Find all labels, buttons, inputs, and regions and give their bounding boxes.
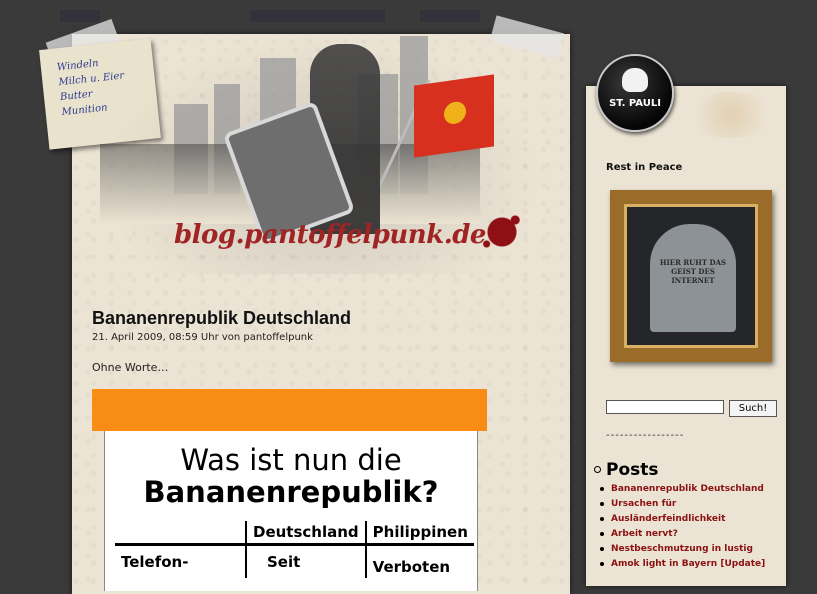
col-header: Deutschland	[245, 521, 366, 546]
posts-list: Bananenrepublik Deutschland Ursachen für…	[598, 482, 786, 572]
embed-question-line2: Bananenrepublik?	[143, 475, 439, 509]
divider: -----------------	[606, 430, 685, 441]
tombstone-image[interactable]: HIER RUHT DAS GEIST DES INTERNET	[610, 190, 772, 362]
post-meta: 21. April 2009, 08:59 Uhr von pantoffelp…	[92, 332, 313, 343]
skull-icon	[622, 68, 648, 92]
post-link[interactable]: Bananenrepublik Deutschland	[598, 482, 786, 497]
tombstone-text: HIER RUHT DAS GEIST DES INTERNET	[659, 258, 727, 285]
badge-label: ST. PAULI	[609, 98, 661, 109]
orange-banner	[92, 389, 487, 431]
post-link[interactable]: Amok light in Bayern [Update]	[598, 557, 786, 572]
search-input[interactable]	[606, 400, 724, 414]
table-cell: Seit	[245, 544, 366, 578]
post-link[interactable]: Nestbeschmutzung in lustig	[598, 542, 786, 557]
col-header: Philippinen	[364, 521, 474, 546]
post-link[interactable]: Arbeit nervt?	[598, 527, 786, 542]
blog-logo[interactable]: blog.pantoffelpunk.de	[174, 220, 486, 250]
post-link[interactable]: Ursachen für	[598, 497, 786, 512]
post-body: Ohne Worte…	[92, 361, 169, 374]
table-cell: Verboten	[364, 544, 474, 578]
comparison-table: Deutschland Philippinen Telefon- Seit Ve…	[115, 521, 474, 578]
post-title[interactable]: Bananenrepublik Deutschland	[92, 308, 351, 329]
post-link-continued[interactable]: Ausländerfeindlichkeit	[598, 512, 786, 527]
post-image: Was ist nun die Bananenrepublik? Deutsch…	[104, 431, 478, 591]
sidebar-widget-title: Rest in Peace	[606, 162, 683, 173]
top-decor-bars	[60, 10, 480, 24]
search-button[interactable]: Such!	[729, 400, 777, 417]
st-pauli-badge[interactable]: ST. PAULI	[596, 54, 674, 132]
ink-splat-icon	[480, 212, 524, 252]
row-label: Telefon-	[121, 553, 189, 571]
posts-heading: Posts	[594, 460, 659, 480]
embed-question-line1: Was ist nun die	[180, 443, 402, 477]
flag-image	[414, 74, 494, 158]
